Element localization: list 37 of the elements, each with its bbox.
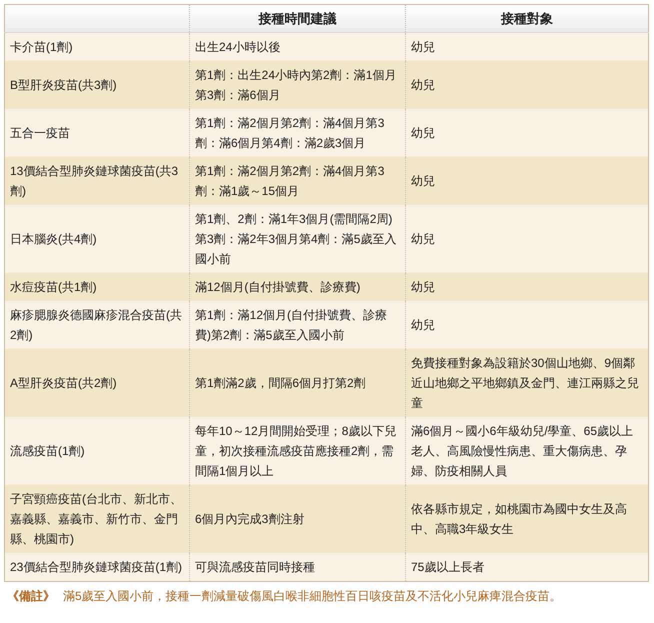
table-cell: 幼兒 [411, 318, 435, 332]
table-cell: 卡介苗(1劑) [10, 40, 73, 54]
table-cell: 每年10～12月間開始受理；8歲以下兒童，初次接種流感疫苗應接種2劑，需間隔1個月以上 [195, 424, 396, 478]
table-cell: B型肝炎疫苗(共3劑) [10, 78, 117, 92]
table-cell: 13價結合型肺炎鏈球菌疫苗(共3劑) [10, 164, 178, 198]
table-cell: 滿12個月(自付掛號費、診療費) [195, 280, 360, 294]
table-cell: 流感疫苗(1劑) [10, 444, 85, 458]
table-cell: 出生24小時以後 [195, 40, 280, 54]
table-cell: 第1劑：出生24小時內第2劑：滿1個月第3劑：滿6個月 [195, 68, 396, 102]
table-cell: 可與流感疫苗同時接種 [195, 560, 315, 574]
table-cell: 五合一疫苗 [10, 126, 70, 140]
table-cell: 幼兒 [411, 78, 435, 92]
table-cell: 幼兒 [411, 126, 435, 140]
column-header: 接種時間建議 [258, 10, 336, 26]
table-cell: 水痘疫苗(共1劑) [10, 280, 97, 294]
table-cell: 幼兒 [411, 232, 435, 246]
column-header: 接種對象 [501, 10, 553, 26]
table-cell: 第1劑、2劑：滿1年3個月(需間隔2周)第3劑：滿2年3個月第4劑：滿5歲至入國小前 [195, 212, 396, 266]
table-cell: 日本腦炎(共4劑) [10, 232, 97, 246]
table-cell: 滿6個月～國小6年級幼兒/學童、65歲以上老人、高風險慢性病患、重大傷病患、孕婦、防疫相關人員 [411, 424, 634, 478]
table-cell: 幼兒 [411, 174, 435, 188]
table-cell: 第1劑滿2歲，間隔6個月打第2劑 [195, 376, 366, 390]
table-cell: 第1劑：滿2個月第2劑：滿4個月第3劑：滿6個月第4劑：滿2歲3個月 [195, 116, 384, 150]
table-cell: A型肝炎疫苗(共2劑) [10, 376, 117, 390]
note-label: 《備註》 [7, 588, 55, 605]
table-cell: 第1劑：滿2個月第2劑：滿4個月第3劑：滿1歲～15個月 [195, 164, 384, 198]
table-cell: 免費接種對象為設籍於30個山地鄉、9個鄰近山地鄉之平地鄉鎮及金門、連江兩縣之兒童 [411, 356, 639, 410]
table-cell: 子宮頸癌疫苗(台北市、新北市、嘉義縣、嘉義市、新竹市、金門縣、桃園市) [10, 492, 182, 546]
table-cell: 23價結合型肺炎鏈球菌疫苗(1劑) [10, 560, 182, 574]
table-cell: 幼兒 [411, 40, 435, 54]
table-cell: 依各縣市規定，如桃園市為國中女生及高中、高職3年級女生 [411, 502, 627, 536]
note-text: 滿5歲至入國小前，接種一劑減量破傷風白喉非細胞性百日咳疫苗及不活化小兒麻痺混合疫苗。 [63, 588, 562, 605]
table-cell: 幼兒 [411, 280, 435, 294]
table-cell: 第1劑：滿12個月(自付掛號費、診療費)第2劑：滿5歲至入國小前 [195, 308, 388, 342]
table-cell: 75歲以上長者 [411, 560, 484, 574]
table-cell: 6個月內完成3劑注射 [195, 512, 304, 526]
table-cell: 麻疹腮腺炎德國麻疹混合疫苗(共2劑) [10, 308, 182, 342]
